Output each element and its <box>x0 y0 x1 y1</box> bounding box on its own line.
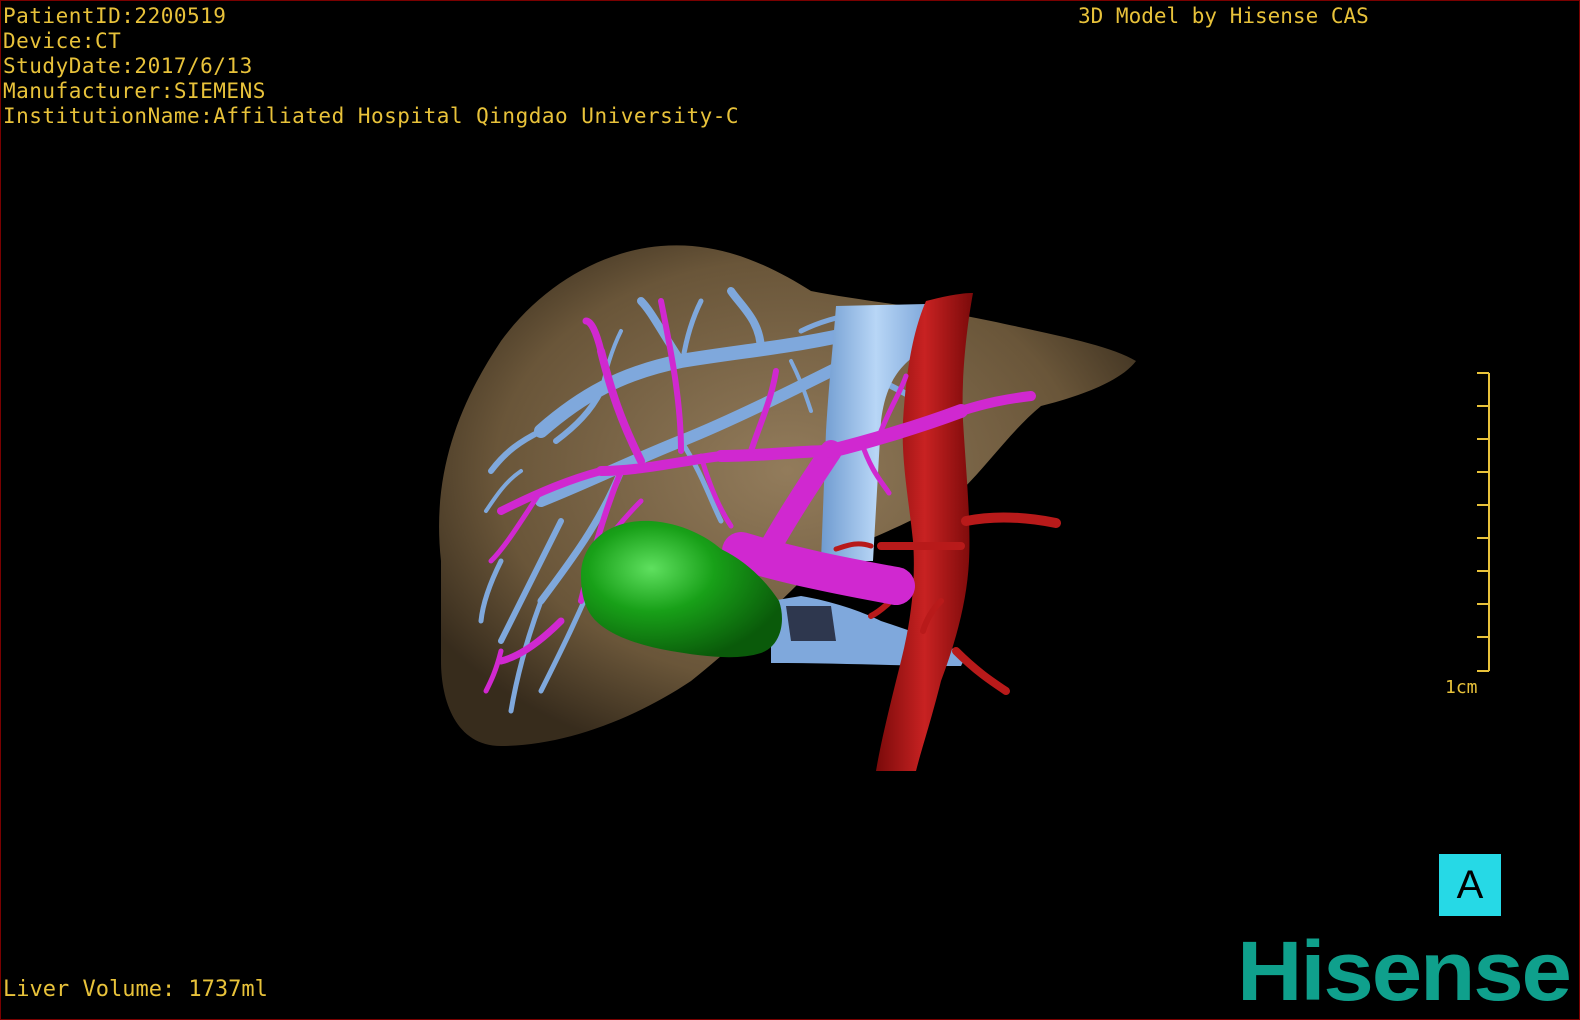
manufacturer: Manufacturer:SIEMENS <box>3 79 266 103</box>
patient-id: PatientID:2200519 <box>3 4 227 28</box>
scale-bar-label: 1cm <box>1445 677 1478 698</box>
orientation-marker[interactable]: A <box>1439 854 1501 916</box>
ivc-lower-shadow <box>786 606 836 641</box>
liver-3d-model[interactable] <box>1 1 1579 1019</box>
model-credit: 3D Model by Hisense CAS <box>1078 4 1369 28</box>
liver-volume: Liver Volume: 1737ml <box>3 977 268 1002</box>
3d-viewport[interactable]: PatientID:2200519 Device:CT StudyDate:20… <box>0 0 1580 1020</box>
study-date: StudyDate:2017/6/13 <box>3 54 253 78</box>
device: Device:CT <box>3 29 122 53</box>
hisense-logo: Hisense <box>1237 924 1572 1018</box>
scale-bar <box>1477 372 1490 672</box>
institution-name: InstitutionName:Affiliated Hospital Qing… <box>3 104 740 128</box>
